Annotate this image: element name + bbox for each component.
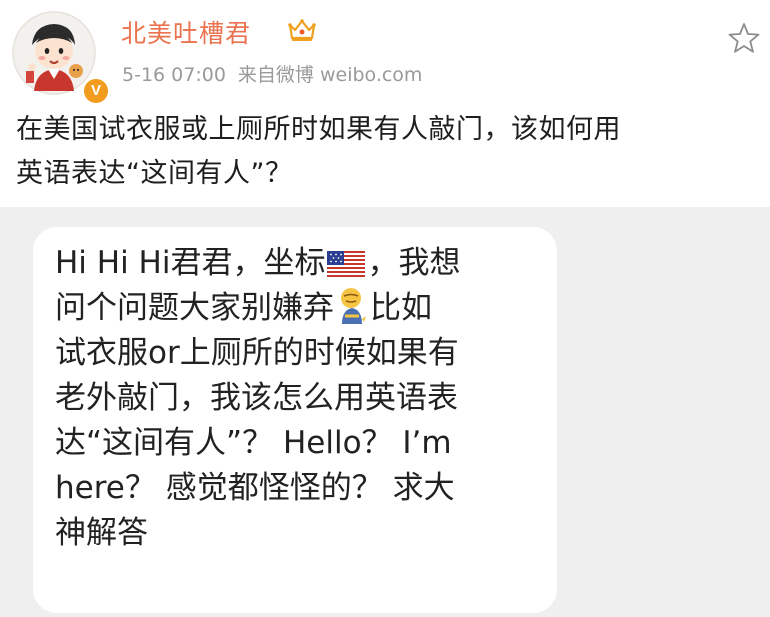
avatar[interactable]: V (12, 11, 110, 105)
post-image[interactable]: Hi Hi Hi君君，坐标 ，我想 问个问题大家别嫌弃 比如 试衣服or上厕所的… (0, 207, 770, 617)
post-header: V 北美吐槽君 5-16 07:00 来自微博 weibo.com (0, 0, 770, 105)
bubble-line-text: Hi Hi Hi君君，坐标 (55, 245, 326, 281)
post-text: 在美国试衣服或上厕所时如果有人敲门，该如何用 英语表达“这间有人”？ (16, 108, 760, 196)
verified-badge-icon: V (82, 77, 110, 105)
bubble-line: Hi Hi Hi君君，坐标 ，我想 (55, 241, 545, 286)
bubble-line: 问个问题大家别嫌弃 比如 (55, 286, 545, 331)
post-timestamp: 5-16 07:00 (122, 64, 226, 86)
bubble-line-text: ，我想 (367, 245, 461, 281)
bowing-person-emoji (341, 288, 366, 324)
bubble-line: 达“这间有人”？ Hello？ I’m (55, 425, 452, 461)
username[interactable]: 北美吐槽君 (121, 14, 251, 50)
bubble-line-text: 问个问题大家别嫌弃 (55, 290, 334, 326)
bubble-line: here？ 感觉都怪怪的？ 求大 (55, 470, 455, 506)
bubble-line-text: 比如 (370, 290, 432, 326)
us-flag-icon (327, 251, 366, 277)
post-text-line: 英语表达“这间有人”？ (16, 158, 293, 189)
bubble-line: 试衣服or上厕所的时候如果有 (55, 335, 459, 371)
bubble-line: 神解答 (55, 515, 148, 551)
post-source[interactable]: 来自微博 weibo.com (238, 64, 423, 86)
bubble-line: 老外敲门，我该怎么用英语表 (55, 380, 458, 416)
chat-bubble: Hi Hi Hi君君，坐标 ，我想 问个问题大家别嫌弃 比如 试衣服or上厕所的… (33, 227, 557, 613)
post-meta: 5-16 07:00 来自微博 weibo.com (122, 60, 422, 87)
star-outline-icon[interactable] (726, 20, 762, 56)
weibo-post: V 北美吐槽君 5-16 07:00 来自微博 weibo.com 在美国试衣服或… (0, 0, 770, 617)
post-text-line: 在美国试衣服或上厕所时如果有人敲门，该如何用 (16, 114, 621, 145)
crown-vip-icon[interactable] (287, 17, 317, 43)
chat-bubble-text: Hi Hi Hi君君，坐标 ，我想 问个问题大家别嫌弃 比如 试衣服or上厕所的… (55, 241, 545, 556)
